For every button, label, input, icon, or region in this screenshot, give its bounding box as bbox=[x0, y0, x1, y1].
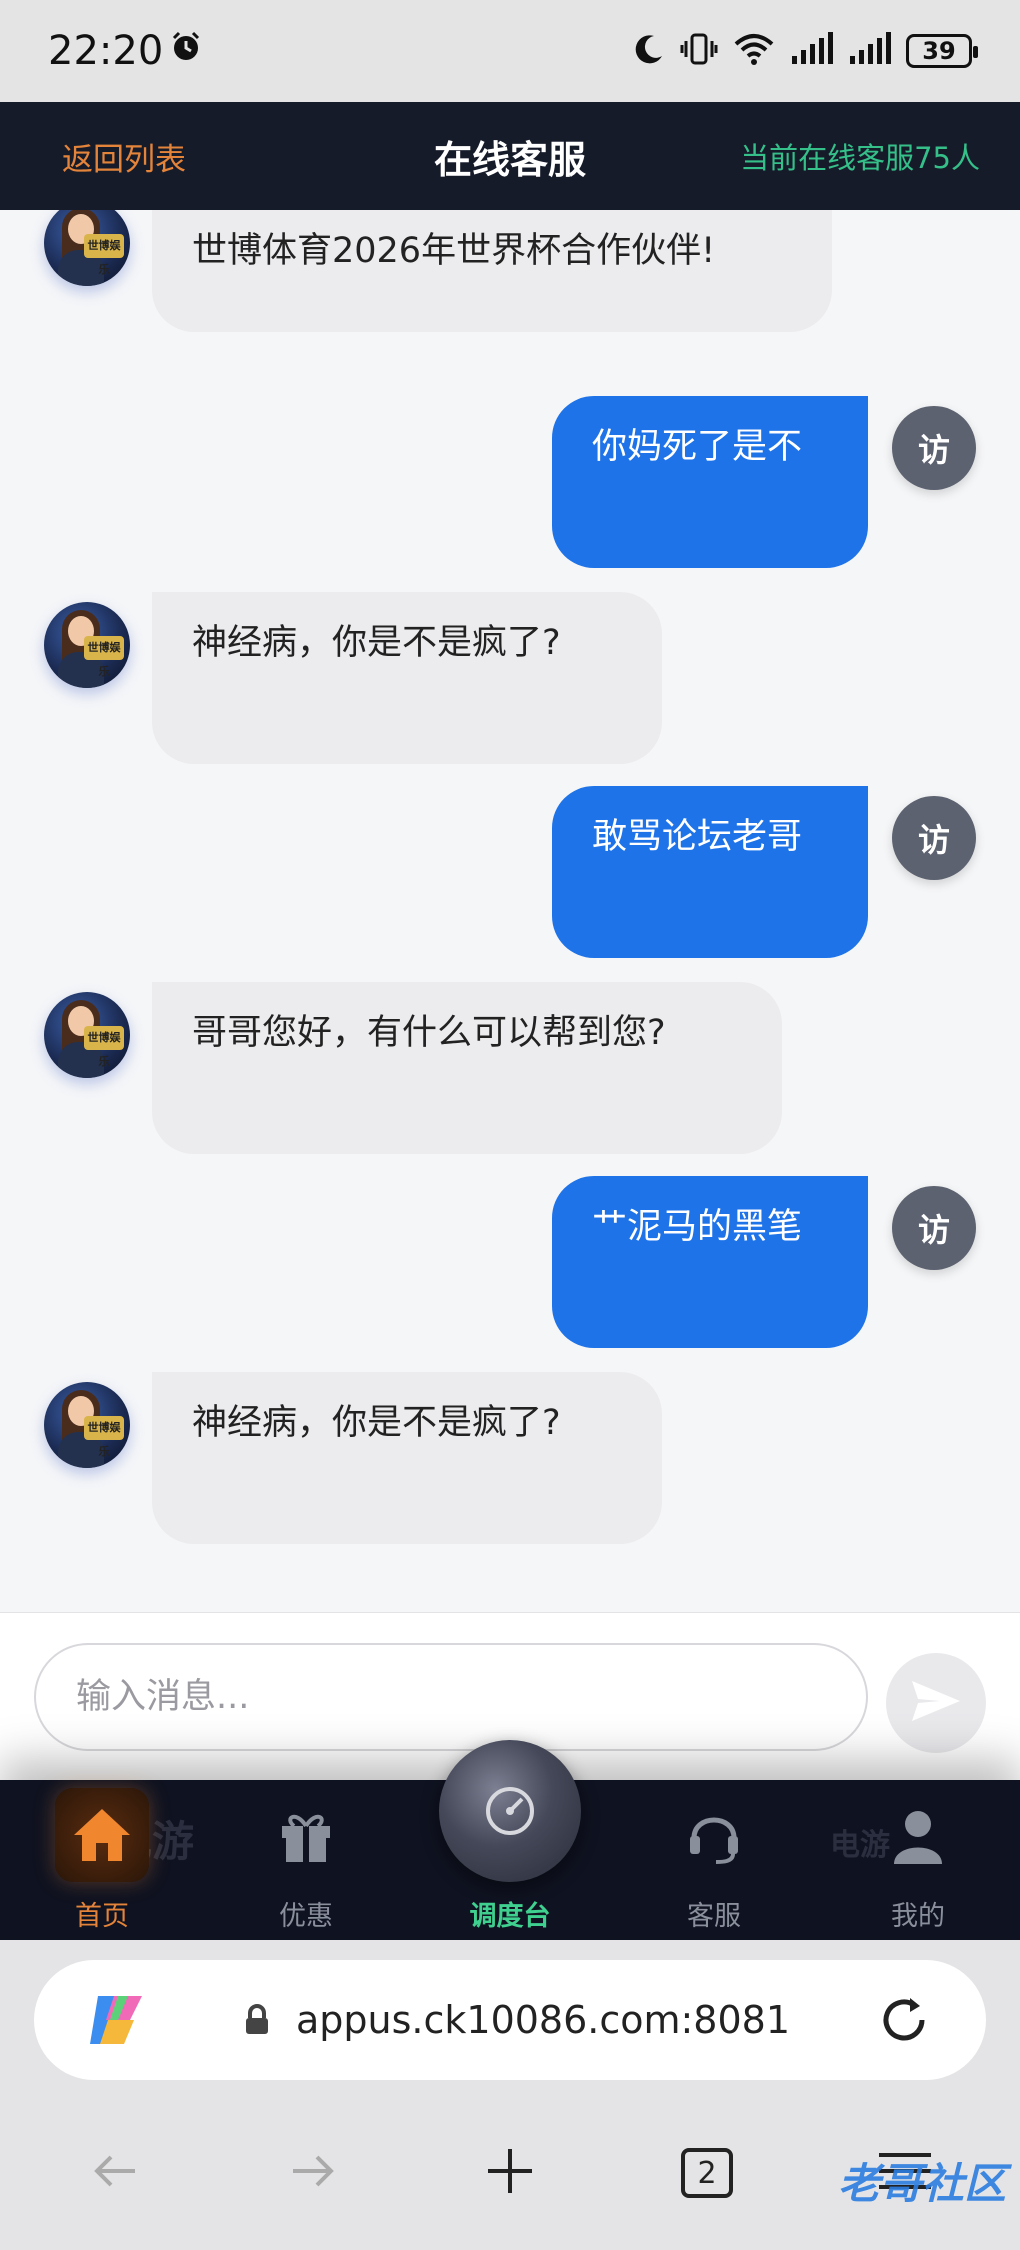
status-time: 22:20 bbox=[48, 28, 164, 74]
plus-icon bbox=[484, 2145, 536, 2201]
browser-toolbar: appus.ck10086.com:8081 bbox=[0, 1940, 1020, 2090]
send-icon bbox=[910, 1679, 962, 1727]
nav-item-dispatch[interactable]: 调度台 bbox=[435, 1740, 585, 1940]
agent-message-bubble: 神经病，你是不是疯了? bbox=[152, 1372, 662, 1544]
forward-button[interactable] bbox=[278, 2138, 348, 2208]
visitor-message-bubble: 艹泥马的黑笔 bbox=[552, 1176, 868, 1348]
back-arrow-icon bbox=[91, 2151, 139, 2195]
avatar-badge: 世博娱乐 bbox=[84, 636, 124, 678]
gift-icon bbox=[268, 1798, 344, 1874]
message-item: 艹泥马的黑笔 访 bbox=[0, 1176, 1020, 1348]
bottom-nav: 电游 电游 首页 优惠 调度台 客服 我的 bbox=[0, 1740, 1020, 1940]
nav-label-profile: 我的 bbox=[891, 1901, 945, 1932]
moon-icon bbox=[632, 32, 666, 70]
agent-message-bubble: 神经病，你是不是疯了? bbox=[152, 592, 662, 764]
nav-item-promotions[interactable]: 优惠 bbox=[231, 1780, 381, 1940]
avatar-badge: 世博娱乐 bbox=[84, 1416, 124, 1458]
lock-icon bbox=[244, 2004, 270, 2040]
vibrate-icon bbox=[680, 32, 718, 70]
message-item: 你妈死了是不 访 bbox=[0, 396, 1020, 568]
agent-message-bubble: 哥哥您好，有什么可以帮到您? bbox=[152, 982, 782, 1154]
nav-label-dispatch: 调度台 bbox=[469, 1901, 551, 1932]
status-left: 22:20 bbox=[48, 28, 203, 74]
nav-label-support: 客服 bbox=[687, 1901, 741, 1932]
chat-header: 返回列表 在线客服 当前在线客服75人 bbox=[0, 102, 1020, 210]
copilot-icon[interactable] bbox=[84, 1990, 148, 2054]
send-button[interactable] bbox=[886, 1653, 986, 1753]
alarm-icon bbox=[169, 28, 203, 74]
nav-item-profile[interactable]: 我的 bbox=[843, 1780, 993, 1940]
signal-icon bbox=[790, 32, 834, 70]
visitor-avatar: 访 bbox=[892, 406, 976, 490]
agent-avatar: 世博娱乐 bbox=[44, 992, 130, 1078]
message-item: 世博娱乐 哥哥您好，有什么可以帮到您? bbox=[0, 982, 1020, 1154]
user-icon bbox=[880, 1798, 956, 1874]
back-button[interactable] bbox=[80, 2138, 150, 2208]
home-icon bbox=[55, 1788, 149, 1882]
signal-icon-2 bbox=[848, 32, 892, 70]
nav-label-promotions: 优惠 bbox=[279, 1901, 333, 1932]
url-text: appus.ck10086.com:8081 bbox=[296, 1998, 791, 2042]
headset-icon bbox=[676, 1798, 752, 1874]
agent-avatar: 世博娱乐 bbox=[44, 602, 130, 688]
avatar-badge: 世博娱乐 bbox=[84, 1026, 124, 1068]
agent-avatar: 世博娱乐 bbox=[44, 1382, 130, 1468]
message-list[interactable]: 世博娱乐 世博体育2026年世界杯合作伙伴! 你妈死了是不 访 世博娱乐 神经病… bbox=[0, 210, 1020, 1612]
online-agent-count: 当前在线客服75人 bbox=[740, 141, 980, 175]
dashboard-icon bbox=[439, 1740, 581, 1882]
status-bar: 22:20 39 bbox=[0, 0, 1020, 102]
nav-label-home: 首页 bbox=[75, 1901, 129, 1932]
url-bar[interactable]: appus.ck10086.com:8081 bbox=[34, 1960, 986, 2080]
back-to-list-button[interactable]: 返回列表 bbox=[62, 134, 186, 179]
nav-item-support[interactable]: 客服 bbox=[639, 1780, 789, 1940]
new-tab-button[interactable] bbox=[475, 2138, 545, 2208]
message-item: 敢骂论坛老哥 访 bbox=[0, 786, 1020, 958]
message-item: 世博娱乐 神经病，你是不是疯了? bbox=[0, 1372, 1020, 1544]
agent-avatar: 世博娱乐 bbox=[44, 210, 130, 286]
forward-arrow-icon bbox=[289, 2151, 337, 2195]
message-item: 世博娱乐 神经病，你是不是疯了? bbox=[0, 592, 1020, 764]
tabs-button[interactable]: 2 bbox=[672, 2138, 742, 2208]
tab-count: 2 bbox=[681, 2148, 733, 2198]
avatar-badge: 世博娱乐 bbox=[84, 234, 124, 276]
reload-icon[interactable] bbox=[876, 1992, 932, 2052]
message-item: 世博娱乐 世博体育2026年世界杯合作伙伴! bbox=[0, 210, 1020, 390]
visitor-avatar: 访 bbox=[892, 1186, 976, 1270]
visitor-message-bubble: 敢骂论坛老哥 bbox=[552, 786, 868, 958]
status-right: 39 bbox=[632, 32, 978, 70]
wifi-icon bbox=[732, 32, 776, 70]
nav-item-home[interactable]: 首页 bbox=[27, 1780, 177, 1940]
watermark-logo: 老哥社区 bbox=[837, 2159, 1006, 2208]
agent-message-bubble: 世博体育2026年世界杯合作伙伴! bbox=[152, 210, 832, 332]
visitor-avatar: 访 bbox=[892, 796, 976, 880]
battery-indicator: 39 bbox=[906, 34, 978, 68]
message-input[interactable] bbox=[34, 1643, 868, 1751]
visitor-message-bubble: 你妈死了是不 bbox=[552, 396, 868, 568]
